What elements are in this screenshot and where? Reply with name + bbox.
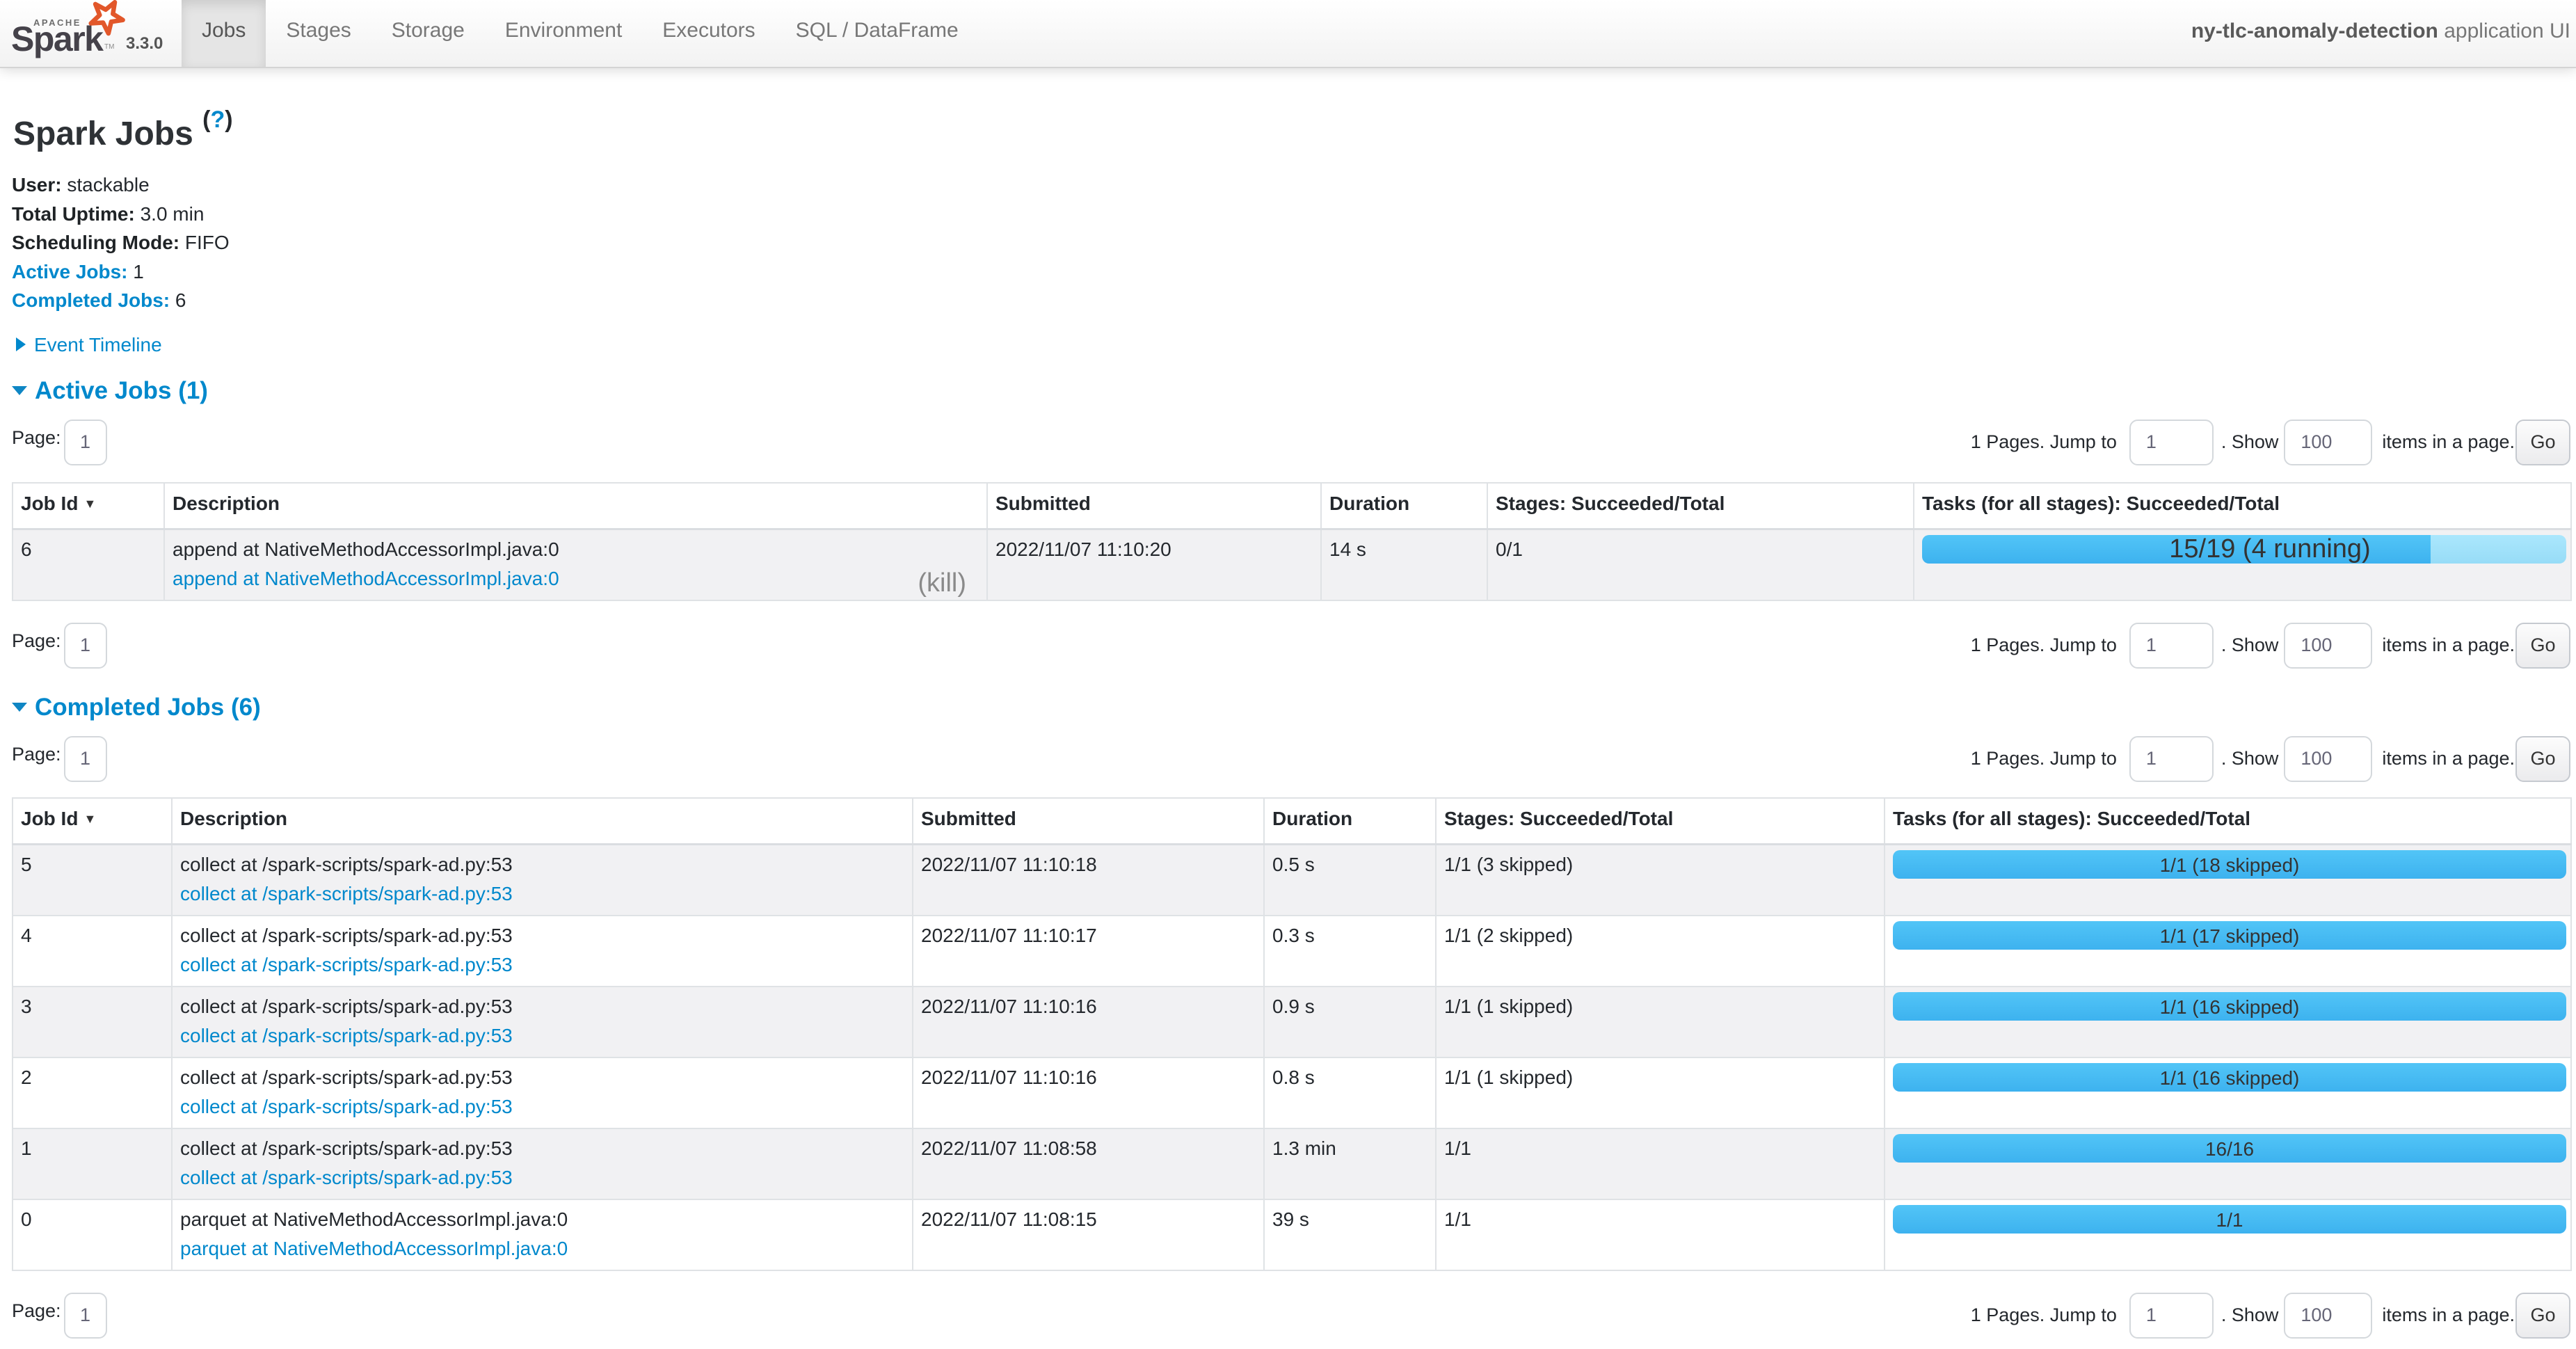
svg-text:TM: TM — [104, 43, 114, 51]
